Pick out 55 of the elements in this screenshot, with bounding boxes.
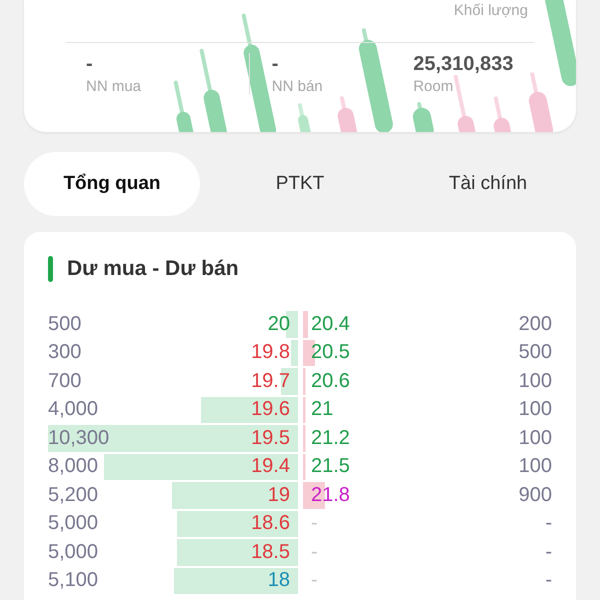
section-title: Dư mua - Dư bán bbox=[67, 257, 239, 281]
stat-label: NN bán bbox=[272, 78, 323, 95]
tab[interactable]: Tài chính bbox=[400, 152, 576, 216]
bid-price: 19.5 bbox=[251, 426, 290, 450]
bid-price: 20 bbox=[268, 312, 290, 336]
bid-price: 19.4 bbox=[251, 455, 290, 478]
bid-volume: 300 bbox=[48, 341, 82, 364]
ask-volume: - bbox=[545, 540, 552, 564]
ask-volume: 100 bbox=[518, 370, 552, 393]
bid-volume: 8,000 bbox=[48, 455, 98, 478]
ask-volume: 100 bbox=[518, 426, 552, 450]
bid-price: 19.7 bbox=[251, 370, 290, 393]
bid-volume: 5,000 bbox=[48, 540, 98, 564]
candlestick bbox=[453, 74, 477, 132]
ask-volume: 500 bbox=[518, 341, 552, 364]
ask-volume: - bbox=[545, 569, 552, 592]
stat-value: 25,310,833 bbox=[413, 53, 514, 76]
ask-price: 21 bbox=[303, 396, 334, 423]
bid-price: 18 bbox=[268, 569, 290, 592]
bid-price: 19 bbox=[268, 484, 290, 507]
title-accent-bar bbox=[48, 256, 53, 282]
bid-volume: 10,300 bbox=[48, 426, 110, 450]
bid-volume: 500 bbox=[48, 312, 82, 336]
ask-volume: 100 bbox=[518, 455, 552, 478]
bid-volume: 5,200 bbox=[48, 484, 98, 507]
candlestick bbox=[411, 102, 436, 132]
stat-label: NN mua bbox=[86, 78, 142, 95]
bid-volume: 5,000 bbox=[48, 512, 98, 536]
bid-price: 18.5 bbox=[251, 540, 290, 564]
ask-volume: 200 bbox=[518, 312, 552, 336]
tab[interactable]: PTKT bbox=[212, 152, 388, 216]
bid-volume: 5,100 bbox=[48, 569, 98, 592]
candlestick bbox=[173, 80, 195, 132]
ask-price: 21.5 bbox=[303, 454, 350, 480]
volume-label: Khối lượng bbox=[454, 2, 528, 20]
stat-label: Room bbox=[413, 78, 454, 95]
ask-price: 20.5 bbox=[303, 340, 350, 366]
bid-volume: 4,000 bbox=[48, 398, 98, 422]
ask-volume: - bbox=[545, 512, 552, 536]
ask-volume: 900 bbox=[518, 484, 552, 507]
stat-value: - bbox=[272, 53, 278, 76]
bid-price: 18.6 bbox=[251, 512, 290, 536]
bid-price: 19.6 bbox=[251, 398, 290, 422]
stat-value: - bbox=[86, 53, 93, 76]
ask-volume: 100 bbox=[518, 398, 552, 422]
bid-price: 19.8 bbox=[251, 341, 290, 364]
ask-price: 21.2 bbox=[303, 425, 350, 452]
bid-volume-bar bbox=[290, 340, 298, 366]
candlestick bbox=[492, 96, 512, 132]
tab[interactable]: Tổng quan bbox=[24, 152, 200, 216]
ask-price: 20.6 bbox=[303, 368, 350, 394]
ask-price: 20.4 bbox=[303, 311, 350, 338]
candlestick bbox=[297, 102, 312, 132]
ask-price: 21.8 bbox=[303, 482, 350, 508]
bid-volume: 700 bbox=[48, 370, 82, 393]
